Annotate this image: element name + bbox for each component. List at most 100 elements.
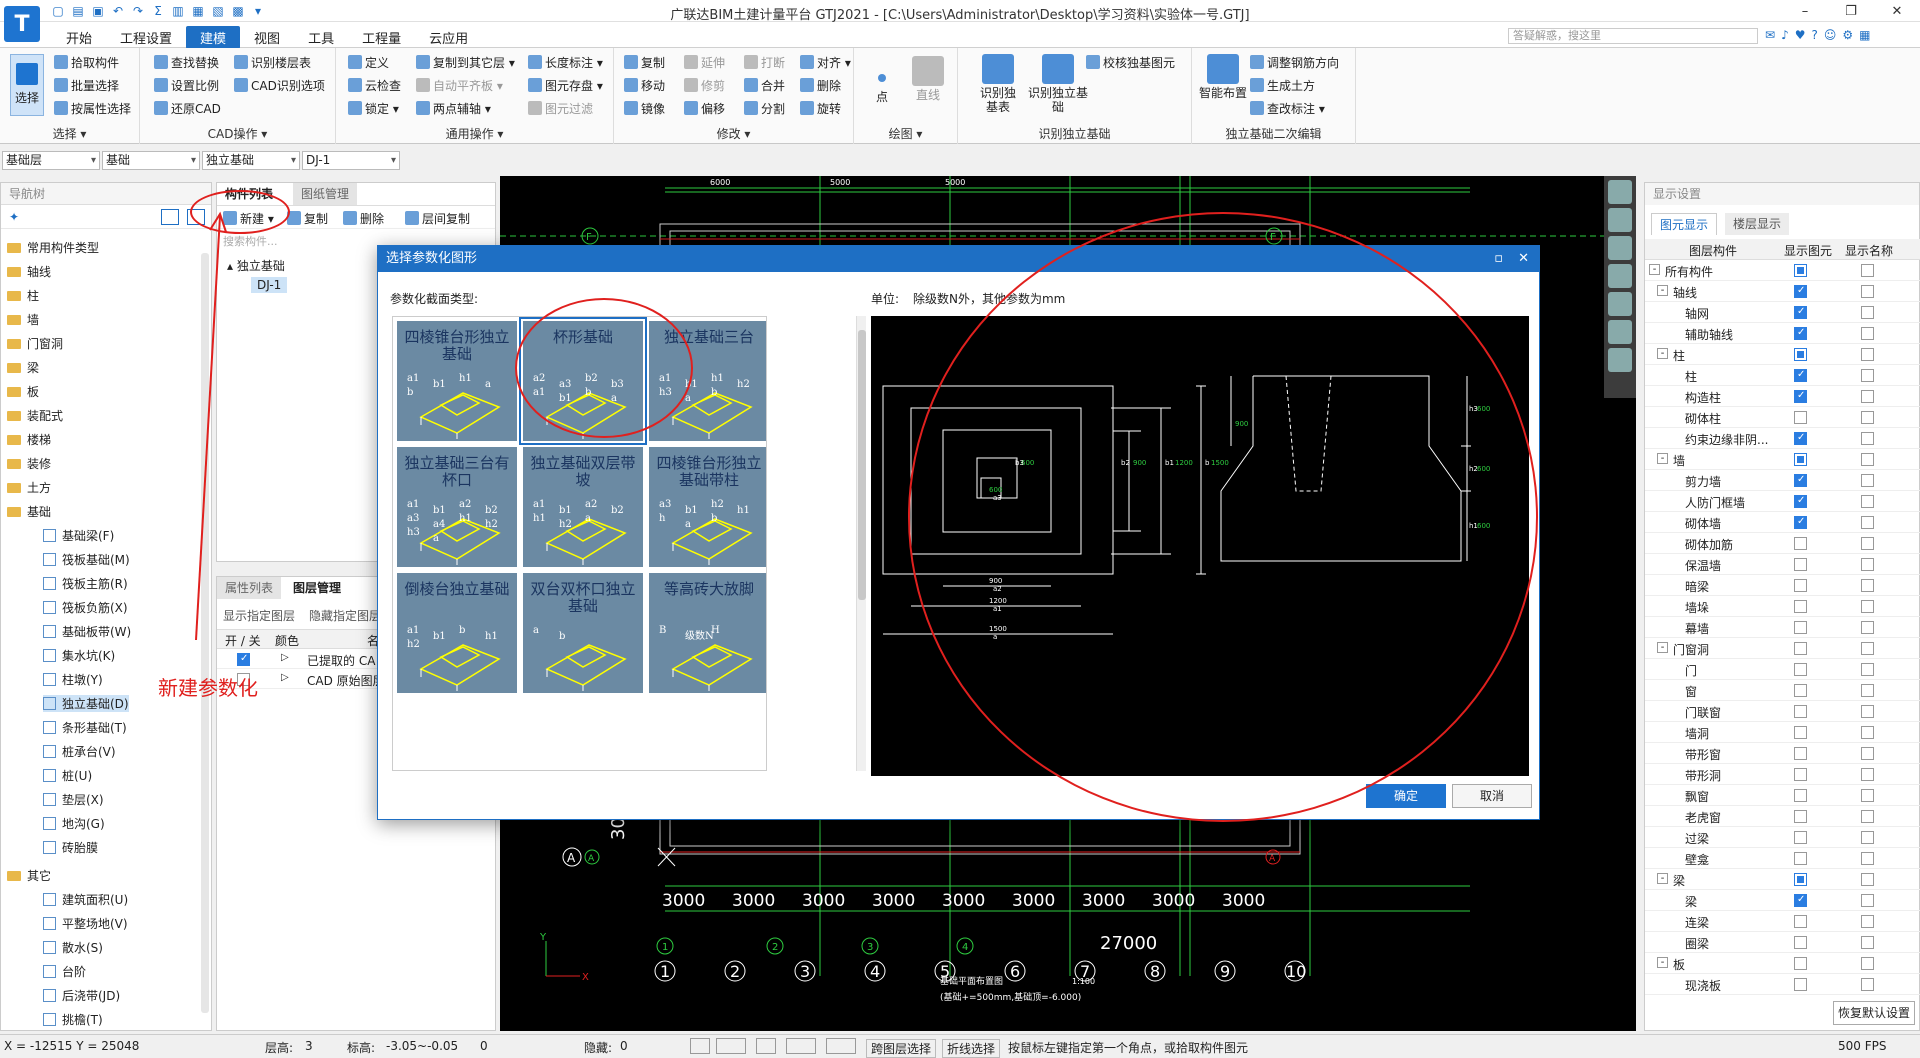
adjust-rebar-direction-button[interactable]: 调整钢筋方向 xyxy=(1250,54,1339,71)
delete-button[interactable]: 删除 xyxy=(800,77,841,94)
show-element-checkbox[interactable] xyxy=(1794,726,1807,739)
show-name-checkbox[interactable] xyxy=(1861,936,1874,949)
expand-icon[interactable]: ▷ xyxy=(281,672,289,683)
top-view-icon[interactable] xyxy=(1608,236,1632,260)
reset-default-button[interactable]: 恢复默认设置 xyxy=(1833,1001,1915,1025)
pin-icon[interactable]: ✦ xyxy=(9,210,19,224)
collapse-toggle-icon[interactable]: - xyxy=(1657,642,1668,653)
split-view-icon[interactable] xyxy=(1608,348,1632,372)
show-name-checkbox[interactable] xyxy=(1861,516,1874,529)
show-name-checkbox[interactable] xyxy=(1861,684,1874,697)
copy-component-button[interactable]: 复制 xyxy=(287,210,328,227)
show-element-checkbox[interactable] xyxy=(1794,978,1807,991)
display-row[interactable]: 过梁 xyxy=(1645,827,1920,848)
tab-quantities[interactable]: 工程量 xyxy=(348,26,415,49)
help-search-input[interactable]: 答疑解惑，搜这里 xyxy=(1508,28,1758,44)
nav-item[interactable]: 砖胎膜 xyxy=(43,839,98,856)
show-name-checkbox[interactable] xyxy=(1861,915,1874,928)
nav-item[interactable]: 集水坑(K) xyxy=(43,647,115,664)
show-element-checkbox[interactable] xyxy=(1794,831,1807,844)
user-icon[interactable]: ☺ xyxy=(1824,28,1837,42)
show-element-checkbox[interactable] xyxy=(1794,894,1807,907)
show-name-checkbox[interactable] xyxy=(1861,369,1874,382)
split-button[interactable]: 分割 xyxy=(744,100,785,117)
set-scale-button[interactable]: 设置比例 xyxy=(154,77,219,94)
delete-component-button[interactable]: 删除 xyxy=(343,210,384,227)
ortho-icon[interactable] xyxy=(690,1038,710,1054)
tree-node-dj1[interactable]: DJ-1 xyxy=(251,277,288,293)
show-name-checkbox[interactable] xyxy=(1861,411,1874,424)
help-icon[interactable]: ? xyxy=(1812,28,1818,42)
angle-icon[interactable] xyxy=(786,1038,816,1054)
show-element-checkbox[interactable] xyxy=(1794,873,1807,886)
nav-group[interactable]: 装配式 xyxy=(7,407,63,424)
minimize-icon[interactable]: – xyxy=(1782,0,1828,22)
trim-button[interactable]: 修剪 xyxy=(684,77,725,94)
show-name-checkbox[interactable] xyxy=(1861,810,1874,823)
ok-button[interactable]: 确定 xyxy=(1366,784,1446,808)
move-button[interactable]: 移动 xyxy=(624,77,665,94)
copy-button[interactable]: 复制 xyxy=(624,54,665,71)
display-row[interactable]: 飘窗 xyxy=(1645,785,1920,806)
display-row[interactable]: 圈梁 xyxy=(1645,932,1920,953)
dynamic-input-icon[interactable] xyxy=(826,1038,856,1054)
lock-button[interactable]: 锁定 ▾ xyxy=(348,100,399,117)
close-icon[interactable]: ✕ xyxy=(1874,0,1920,22)
nav-group[interactable]: 梁 xyxy=(7,359,39,376)
show-name-checkbox[interactable] xyxy=(1861,348,1874,361)
show-element-checkbox[interactable] xyxy=(1794,705,1807,718)
shape-thumbnail[interactable]: 四棱锥台形独立基础带柱 a3 b1 h2 h1 h a b xyxy=(649,447,766,567)
show-name-checkbox[interactable] xyxy=(1861,390,1874,403)
display-row[interactable]: 砌体加筋 xyxy=(1645,533,1920,554)
shape-thumbnail[interactable]: 独立基础双层带坡 a1 b1 a2 b2 h1 h2 a xyxy=(523,447,643,567)
display-row[interactable]: 砌体墙 xyxy=(1645,512,1920,533)
bell-icon[interactable]: ♪ xyxy=(1781,28,1789,42)
check-footing-button[interactable]: 校核独基图元 xyxy=(1086,54,1175,71)
hide-layer-button[interactable]: 隐藏指定图层 xyxy=(309,607,381,624)
display-row[interactable]: 墙洞 xyxy=(1645,722,1920,743)
nav-item[interactable]: 柱墩(Y) xyxy=(43,671,103,688)
display-row[interactable]: 门联窗 xyxy=(1645,701,1920,722)
display-row[interactable]: 辅助轴线 xyxy=(1645,323,1920,344)
maximize-icon[interactable]: ❐ xyxy=(1828,0,1874,22)
smart-layout-button[interactable]: 智能布置 xyxy=(1198,54,1248,100)
nav-group[interactable]: 常用构件类型 xyxy=(7,239,99,256)
cross-icon[interactable] xyxy=(756,1038,776,1054)
floor-copy-button[interactable]: 层间复制 xyxy=(405,210,470,227)
nav-group[interactable]: 基础 xyxy=(7,503,51,520)
show-name-checkbox[interactable] xyxy=(1861,768,1874,781)
tab-cloud[interactable]: 云应用 xyxy=(415,26,482,49)
identify-isolated-footing-button[interactable]: 识别独立基础 xyxy=(1028,54,1088,114)
nav-item[interactable]: 散水(S) xyxy=(43,939,103,956)
merge-button[interactable]: 合并 xyxy=(744,77,785,94)
display-row[interactable]: 窗 xyxy=(1645,680,1920,701)
dialog-maximize-icon[interactable]: ▫ xyxy=(1494,246,1503,272)
show-element-checkbox[interactable] xyxy=(1794,579,1807,592)
display-row[interactable]: 门 xyxy=(1645,659,1920,680)
show-element-checkbox[interactable] xyxy=(1794,516,1807,529)
align-button[interactable]: 对齐 ▾ xyxy=(800,54,851,71)
nav-item[interactable]: 挑檐(T) xyxy=(43,1011,103,1028)
show-name-checkbox[interactable] xyxy=(1861,747,1874,760)
show-name-checkbox[interactable] xyxy=(1861,789,1874,802)
shape-thumbnail[interactable]: 倒棱台独立基础 a1 b1 b h1 h2 xyxy=(397,573,517,693)
nav-item[interactable]: 桩承台(V) xyxy=(43,743,116,760)
shape-thumbnail[interactable]: 等高砖大放脚 B 级数N H xyxy=(649,573,766,693)
tab-modeling[interactable]: 建模 xyxy=(186,26,241,49)
show-element-checkbox[interactable] xyxy=(1794,495,1807,508)
nav-group[interactable]: 板 xyxy=(7,383,39,400)
display-row[interactable]: 现浇板 xyxy=(1645,974,1920,995)
show-element-checkbox[interactable] xyxy=(1794,768,1807,781)
show-element-checkbox[interactable] xyxy=(1794,957,1807,970)
display-row[interactable]: 柱 xyxy=(1645,365,1920,386)
type-select[interactable]: 独立基础 xyxy=(202,151,300,170)
nav-item[interactable]: 台阶 xyxy=(43,963,86,980)
show-name-checkbox[interactable] xyxy=(1861,495,1874,508)
restore-cad-button[interactable]: 还原CAD xyxy=(154,100,221,117)
tab-layer-management[interactable]: 图层管理 xyxy=(285,577,350,599)
show-name-checkbox[interactable] xyxy=(1861,705,1874,718)
nav-group[interactable]: 装修 xyxy=(7,455,51,472)
show-name-checkbox[interactable] xyxy=(1861,831,1874,844)
nav-group[interactable]: 土方 xyxy=(7,479,51,496)
nav-item[interactable]: 桩(U) xyxy=(43,767,92,784)
